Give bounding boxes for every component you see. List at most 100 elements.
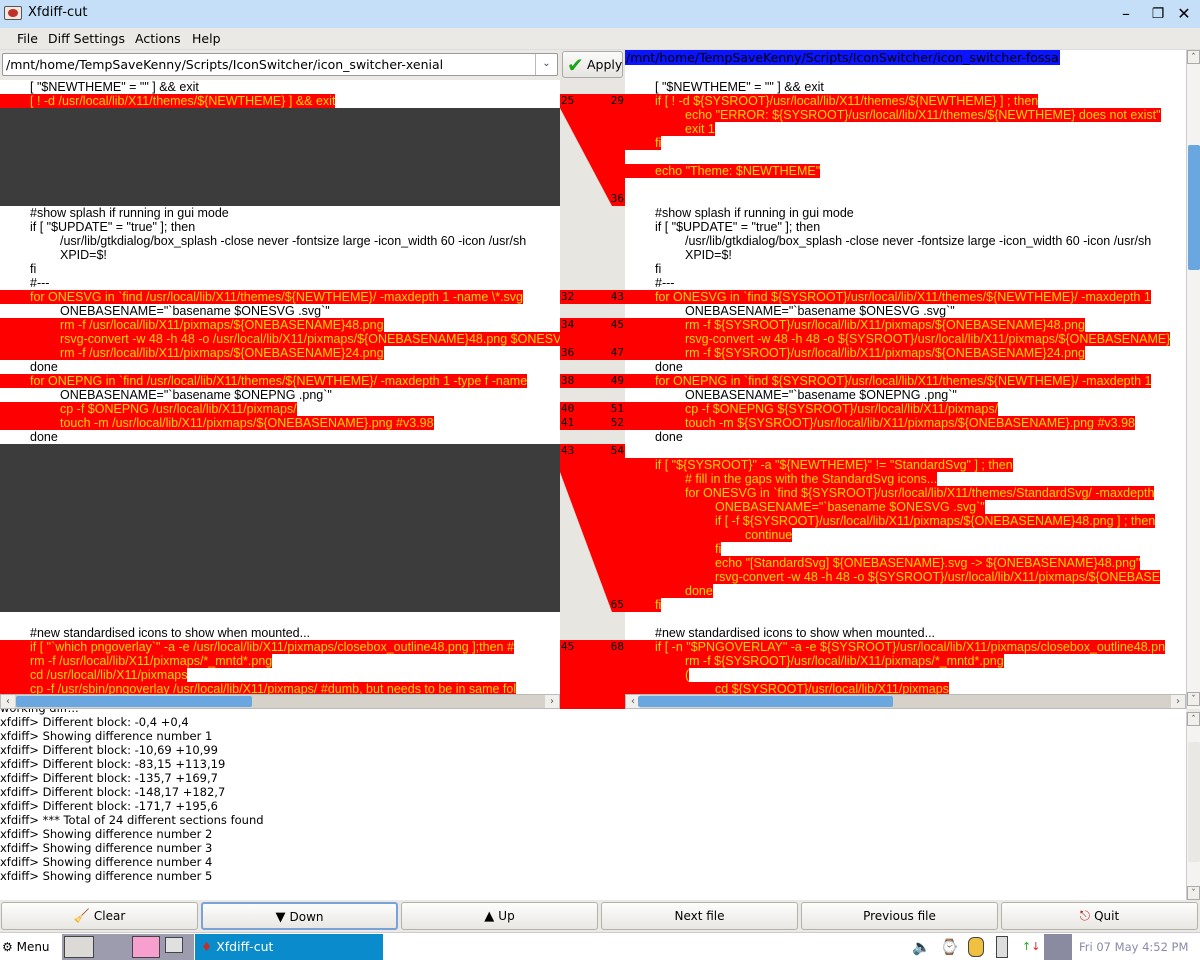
diff-line: cp -f /usr/sbin/pngoverlay /usr/local/li… — [0, 682, 517, 694]
maximize-icon[interactable]: ❐ — [1148, 4, 1168, 24]
right-file-path: /mnt/home/TempSaveKenny/Scripts/IconSwit… — [625, 50, 1060, 65]
code-line: [ "$NEWTHEME" = "" ] && exit — [625, 80, 824, 94]
diff-vertical-scrollbar[interactable]: ˆ ˇ — [1186, 50, 1200, 709]
diff-line: rm -f /usr/local/lib/X11/pixmaps/${ONEBA… — [0, 318, 384, 332]
right-line-number: 54 — [610, 444, 624, 457]
diff-gap — [0, 164, 560, 178]
down-button[interactable]: ▼ Down — [201, 902, 398, 930]
code-text: ( — [625, 668, 690, 682]
code-text: fi — [625, 542, 722, 556]
clipboard-icon[interactable] — [996, 936, 1008, 958]
right-line-number: 65 — [610, 598, 624, 611]
apply-button[interactable]: ✔ Apply — [562, 51, 623, 78]
code-text: ONEBASENAME="`basename $ONEPNG .png`" — [685, 388, 957, 402]
next-file-button[interactable]: Next file — [601, 902, 798, 930]
quit-button[interactable]: ⎋ Quit — [1001, 902, 1198, 930]
taskbar-task-xfdiff[interactable]: ♦ Xfdiff-cut — [195, 934, 383, 960]
menu-diff-settings[interactable]: Diff Settings — [48, 31, 125, 46]
code-text: fi — [625, 136, 662, 150]
left-line-number: 40 — [561, 402, 575, 415]
menu-actions[interactable]: Actions — [135, 31, 181, 46]
diff-line: for ONEPNG in `find /usr/local/lib/X11/t… — [0, 374, 528, 388]
minimize-icon[interactable]: – — [1116, 4, 1136, 24]
code-line: ONEBASENAME="`basename $ONEPNG .png`" — [625, 388, 957, 402]
right-line-number: 36 — [610, 192, 624, 205]
diff-line: if [ -f ${SYSROOT}/usr/local/lib/X11/pix… — [625, 514, 1156, 528]
code-text: for ONEPNG in `find ${SYSROOT}/usr/local… — [625, 374, 1152, 388]
code-line: if [ "$UPDATE" = "true" ]; then — [0, 220, 195, 234]
left-line-number: 38 — [561, 374, 575, 387]
diff-line: [ ! -d /usr/local/lib/X11/themes/${NEWTH… — [0, 94, 336, 108]
menu-file[interactable]: File — [17, 31, 38, 46]
code-line: done — [0, 360, 58, 374]
next-file-label: Next file — [674, 909, 725, 923]
diff-gap — [0, 542, 560, 556]
right-code-pane[interactable]: [ "$NEWTHEME" = "" ] && exit if [ ! -d ${… — [625, 80, 1186, 694]
clear-button[interactable]: 🧹 Clear — [1, 902, 198, 930]
left-file-combo[interactable]: /mnt/home/TempSaveKenny/Scripts/IconSwit… — [2, 53, 558, 76]
scrollbar-thumb[interactable] — [1188, 742, 1200, 862]
start-menu-button[interactable]: ⚙ Menu — [2, 934, 60, 960]
scroll-right-icon[interactable]: › — [1171, 695, 1185, 708]
diff-gap — [0, 584, 560, 598]
diff-connector — [560, 444, 625, 612]
log-line: xfdiff> Different block: -10,69 +10,99 — [0, 743, 218, 757]
previous-file-button[interactable]: Previous file — [801, 902, 998, 930]
scroll-down-icon[interactable]: ˇ — [1187, 692, 1200, 706]
left-horizontal-scrollbar[interactable]: ‹ › — [0, 694, 560, 709]
workspace-4[interactable] — [162, 934, 194, 960]
code-text: rm -f /usr/local/lib/X11/pixmaps/*_mntd*… — [0, 654, 273, 668]
code-text: fi — [30, 262, 37, 276]
diff-line: echo "ERROR: ${SYSROOT}/usr/local/lib/X1… — [625, 108, 1161, 122]
workspace-1[interactable] — [62, 934, 96, 960]
diff-line: cp -f $ONEPNG /usr/local/lib/X11/pixmaps… — [0, 402, 297, 416]
scrollbar-thumb[interactable] — [638, 696, 893, 707]
scroll-down-icon[interactable]: ˇ — [1187, 886, 1200, 900]
diff-line: rm -f ${SYSROOT}/usr/local/lib/X11/pixma… — [625, 318, 1085, 332]
menu-help[interactable]: Help — [192, 31, 221, 46]
diff-line: cp -f $ONEPNG ${SYSROOT}/usr/local/lib/X… — [625, 402, 999, 416]
log-line: xfdiff> Showing difference number 5 — [0, 869, 213, 883]
scrollbar-thumb[interactable] — [16, 696, 252, 707]
diff-line: exit 1 — [625, 122, 715, 136]
code-line: #--- — [625, 276, 674, 290]
close-icon[interactable]: ✕ — [1174, 4, 1194, 24]
code-line: #show splash if running in gui mode — [0, 206, 229, 220]
scroll-up-icon[interactable]: ˆ — [1187, 50, 1200, 64]
workspace-2[interactable] — [96, 934, 130, 960]
diff-gap — [0, 598, 560, 612]
log-vertical-scrollbar[interactable]: ˆ ˇ — [1186, 712, 1200, 900]
diff-line: done — [625, 584, 713, 598]
workspace-3[interactable] — [130, 934, 162, 960]
broom-icon: 🧹 — [73, 909, 90, 924]
code-text: [ "$NEWTHEME" = "" ] && exit — [655, 80, 824, 94]
right-horizontal-scrollbar[interactable]: ‹ › — [625, 694, 1186, 709]
task-label: Xfdiff-cut — [216, 939, 274, 954]
left-line-number: 32 — [561, 290, 575, 303]
network-wifi-icon[interactable]: ⌚ — [940, 934, 964, 960]
left-code-pane[interactable]: [ "$NEWTHEME" = "" ] && exit[ ! -d /usr/… — [0, 80, 560, 694]
scrollbar-thumb[interactable] — [1188, 145, 1200, 270]
log-output: working diff...xfdiff> Different block: … — [0, 709, 1186, 900]
code-text: #new standardised icons to show when mou… — [655, 626, 936, 640]
log-line: xfdiff> Showing difference number 1 — [0, 729, 213, 743]
scroll-up-icon[interactable]: ˆ — [1187, 712, 1200, 726]
code-line: done — [0, 430, 58, 444]
volume-icon[interactable]: 🔈 — [912, 934, 936, 960]
diff-gap — [0, 108, 560, 122]
diff-line: rm -f ${SYSROOT}/usr/local/lib/X11/pixma… — [625, 654, 1004, 668]
diff-line: fi — [625, 598, 662, 612]
diff-line: fi — [625, 542, 722, 556]
scroll-right-icon[interactable]: › — [545, 695, 559, 708]
drive-icon[interactable] — [968, 937, 984, 957]
code-text: /usr/lib/gtkdialog/box_splash -close nev… — [685, 234, 1152, 248]
left-file-path[interactable]: /mnt/home/TempSaveKenny/Scripts/IconSwit… — [6, 57, 443, 72]
code-text: ONEBASENAME="`basename $ONESVG .svg`" — [60, 304, 330, 318]
scroll-left-icon[interactable]: ‹ — [1, 695, 15, 708]
chevron-down-icon[interactable]: ⌄ — [535, 54, 557, 75]
code-text: if [ ! -d ${SYSROOT}/usr/local/lib/X11/t… — [625, 94, 1039, 108]
clock[interactable]: Fri 07 May 4:52 PM — [1079, 934, 1188, 960]
diff-gap — [0, 486, 560, 500]
up-button[interactable]: ▲ Up — [401, 902, 598, 930]
up-label: Up — [498, 909, 515, 923]
